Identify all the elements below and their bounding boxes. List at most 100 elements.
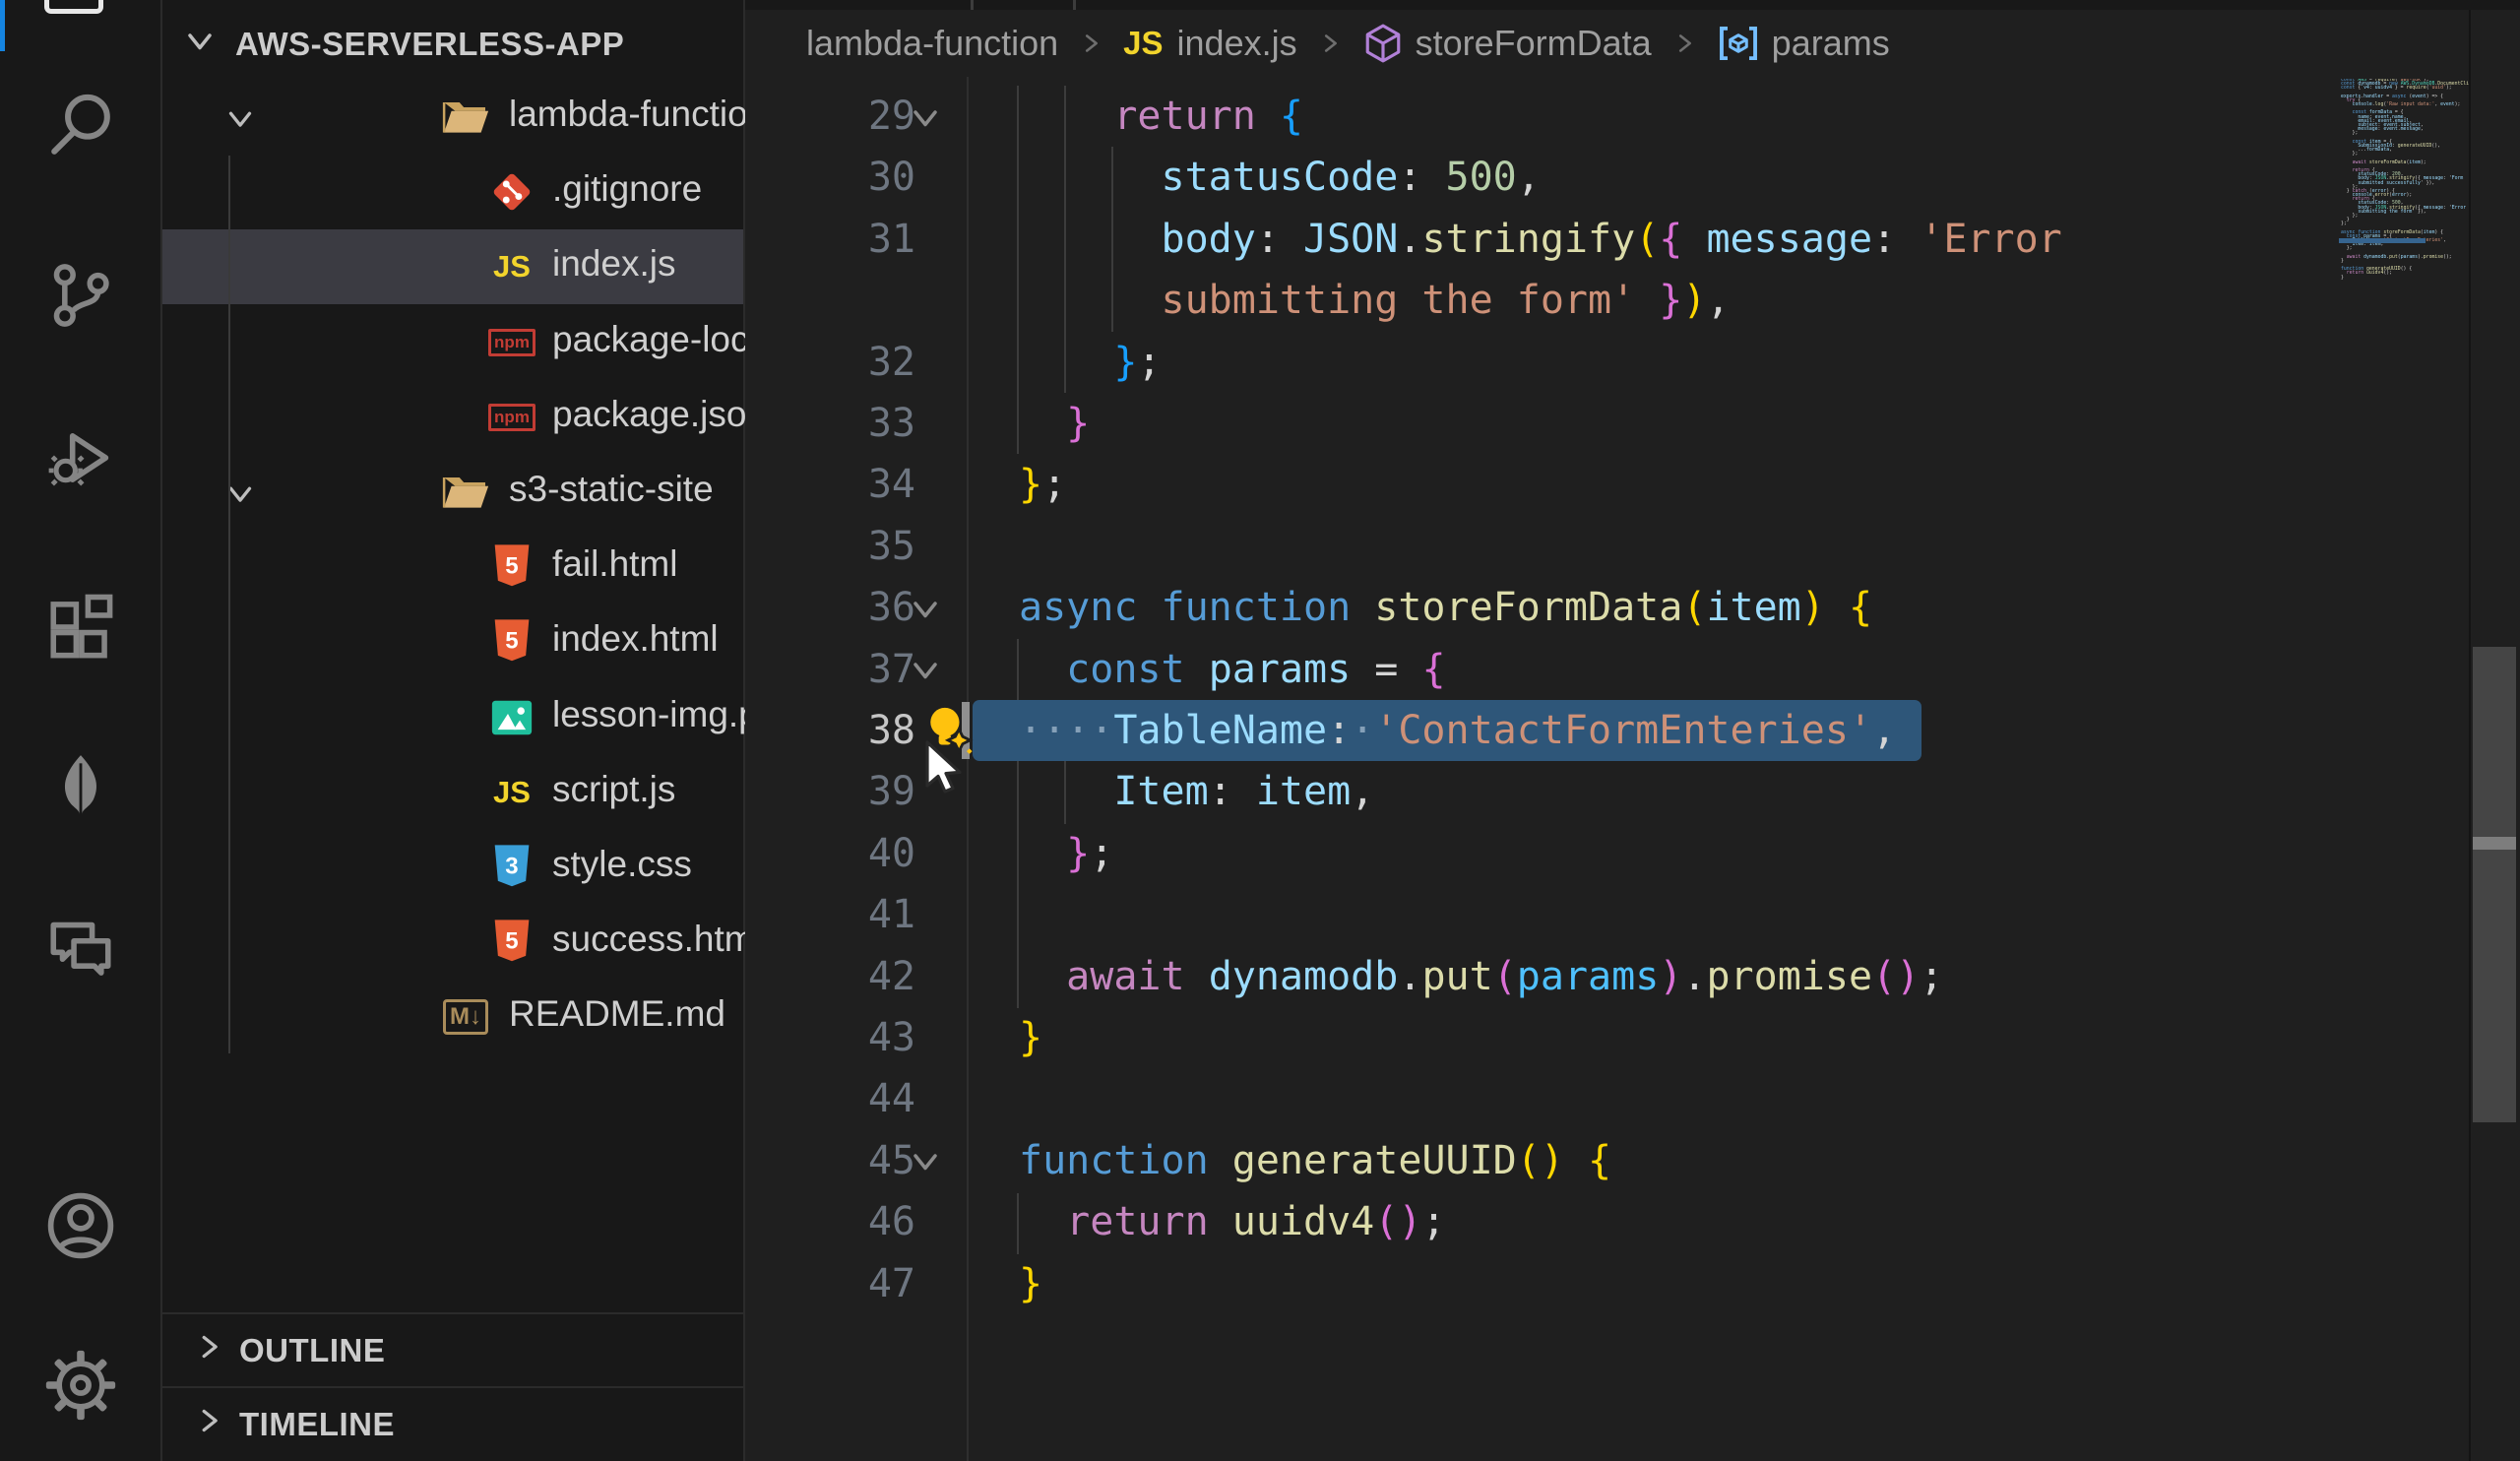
minimap-line: }; bbox=[2341, 222, 2347, 226]
chevron-down-icon bbox=[221, 475, 259, 521]
chat-icon[interactable] bbox=[0, 891, 160, 1009]
extensions-icon[interactable] bbox=[0, 568, 160, 686]
chevron-down-icon bbox=[221, 99, 259, 146]
run-debug-icon[interactable] bbox=[0, 399, 160, 517]
settings-gear-icon[interactable] bbox=[0, 1326, 160, 1444]
active-indicator bbox=[0, 0, 5, 51]
code-editor[interactable]: 29 return {30 statusCode: 500,31 body: J… bbox=[745, 77, 2339, 1461]
minimap-line: await dynamodb.put(params).promise(); bbox=[2341, 256, 2452, 260]
timeline-section-header[interactable]: TIMELINE bbox=[162, 1386, 743, 1460]
line-number: 29 bbox=[788, 86, 915, 148]
js-file-icon: JS bbox=[487, 769, 536, 816]
svg-text:5: 5 bbox=[505, 553, 518, 580]
tree-item-label: success.html bbox=[552, 919, 763, 960]
fold-chevron-icon[interactable] bbox=[901, 639, 950, 701]
minimap-line: }; bbox=[2341, 132, 2358, 136]
line-number: 37 bbox=[788, 639, 915, 701]
folder-file-icon bbox=[441, 469, 490, 516]
image-file-icon bbox=[487, 694, 536, 741]
code-line: await dynamodb.put(params).promise(); bbox=[1019, 946, 1943, 1008]
code-line: submitting the form' }), bbox=[1019, 270, 1731, 332]
npm-file-icon: npm bbox=[487, 319, 536, 366]
line-number: 32 bbox=[788, 332, 915, 394]
source-control-icon[interactable] bbox=[0, 236, 160, 354]
tree-item-s3-static-site[interactable]: s3-static-site bbox=[162, 455, 743, 530]
tree-item-lesson-img-png[interactable]: lesson-img.png bbox=[162, 680, 743, 755]
code-line: } bbox=[1019, 1253, 1042, 1315]
timeline-label: TIMELINE bbox=[239, 1406, 395, 1443]
files-icon[interactable] bbox=[44, 0, 103, 14]
code-line: function generateUUID() { bbox=[1019, 1130, 1611, 1192]
code-line: statusCode: 500, bbox=[1019, 147, 1541, 209]
search-icon[interactable] bbox=[0, 67, 160, 185]
minimap-line: } bbox=[2341, 277, 2344, 281]
symbol-method-icon bbox=[1362, 23, 1404, 64]
minimap-line: return uuidv4(); bbox=[2341, 272, 2392, 276]
fold-chevron-icon[interactable] bbox=[901, 86, 950, 148]
minimap-line: await storeFormData(item); bbox=[2341, 161, 2426, 165]
editor-group: lambda-function JSindex.js storeFormData pa… bbox=[745, 0, 2520, 1461]
minimap-line: console.log('Raw input data:', event); bbox=[2341, 103, 2460, 107]
breadcrumb: lambda-function JSindex.js storeFormData pa… bbox=[745, 10, 2520, 77]
outline-label: OUTLINE bbox=[239, 1332, 385, 1369]
tree-item-package-json[interactable]: npmpackage.json bbox=[162, 380, 743, 455]
line-number: 33 bbox=[788, 393, 915, 455]
vscode-window: AWS-SERVERLESS-APP lambda-function .gitig… bbox=[0, 0, 2520, 1461]
minimap-line: }; bbox=[2341, 153, 2358, 157]
tree-item-label: package.json bbox=[552, 394, 767, 435]
minimap[interactable]: const AWS = require('aws-sdk');const dyn… bbox=[2339, 79, 2469, 290]
minimap-line: const { v4: uuidv4 } = require('uuid'); bbox=[2341, 87, 2452, 91]
tree-indent-guide bbox=[228, 156, 230, 1053]
line-number: 44 bbox=[788, 1068, 915, 1130]
tree-item-label: s3-static-site bbox=[509, 469, 714, 510]
outline-section-header[interactable]: OUTLINE bbox=[162, 1312, 743, 1386]
html-file-icon: 5 bbox=[487, 618, 536, 666]
tree-item-script-js[interactable]: JSscript.js bbox=[162, 755, 743, 830]
line-number: 31 bbox=[788, 209, 915, 271]
code-line: } bbox=[1019, 1007, 1042, 1069]
line-number: 39 bbox=[788, 761, 915, 823]
fold-chevron-icon[interactable] bbox=[901, 1130, 950, 1192]
breadcrumb-label: storeFormData bbox=[1416, 23, 1652, 64]
breadcrumb-item-storeformdata[interactable]: storeFormData bbox=[1362, 23, 1652, 64]
line-number: 42 bbox=[788, 946, 915, 1008]
code-line: const params = { bbox=[1019, 639, 1446, 701]
js-file-icon: JS bbox=[1123, 25, 1163, 62]
tree-item--gitignore[interactable]: .gitignore bbox=[162, 155, 743, 229]
fold-chevron-icon[interactable] bbox=[901, 577, 950, 639]
breadcrumb-item-params[interactable]: params bbox=[1717, 22, 1890, 65]
tree-item-label: .gitignore bbox=[552, 168, 702, 210]
tree-item-fail-html[interactable]: 5fail.html bbox=[162, 530, 743, 604]
tree-item-index-js[interactable]: JSindex.js bbox=[162, 229, 743, 304]
account-icon[interactable] bbox=[0, 1167, 160, 1285]
line-number: 35 bbox=[788, 516, 915, 578]
line-number: 45 bbox=[788, 1130, 915, 1192]
sidebar-root-folder[interactable]: AWS-SERVERLESS-APP bbox=[162, 8, 743, 81]
folder-file-icon bbox=[441, 94, 490, 141]
code-line: } bbox=[1019, 393, 1090, 455]
svg-text:3: 3 bbox=[505, 854, 518, 880]
line-number: 47 bbox=[788, 1253, 915, 1315]
chevron-right-icon bbox=[190, 1402, 227, 1447]
tree-item-readme-md[interactable]: M↓README.md bbox=[162, 980, 743, 1054]
code-line: }; bbox=[1019, 332, 1162, 394]
scrollbar-cursor-decoration bbox=[2473, 837, 2516, 850]
breadcrumb-label: params bbox=[1772, 23, 1890, 64]
root-folder-label: AWS-SERVERLESS-APP bbox=[235, 26, 624, 63]
line-number: 46 bbox=[788, 1191, 915, 1253]
tree-item-package-lock-j-[interactable]: npmpackage-lock.j... bbox=[162, 305, 743, 380]
activity-bar bbox=[0, 0, 162, 1461]
tree-item-style-css[interactable]: 3style.css bbox=[162, 830, 743, 905]
minimap-line: } bbox=[2341, 260, 2344, 264]
scrollbar-thumb[interactable] bbox=[2473, 647, 2516, 1122]
breadcrumb-item-index-js[interactable]: JSindex.js bbox=[1123, 23, 1296, 64]
line-number: 34 bbox=[788, 454, 915, 516]
tree-item-lambda-function[interactable]: lambda-function bbox=[162, 80, 743, 155]
tree-item-index-html[interactable]: 5index.html bbox=[162, 604, 743, 679]
mongodb-icon[interactable] bbox=[0, 729, 160, 847]
tree-item-success-html[interactable]: 5success.html bbox=[162, 905, 743, 980]
tree-item-label: index.js bbox=[552, 243, 675, 285]
scrollbar-separator bbox=[2469, 10, 2471, 1461]
breadcrumb-item-lambda-function[interactable]: lambda-function bbox=[806, 23, 1058, 64]
mouse-cursor bbox=[923, 740, 971, 799]
